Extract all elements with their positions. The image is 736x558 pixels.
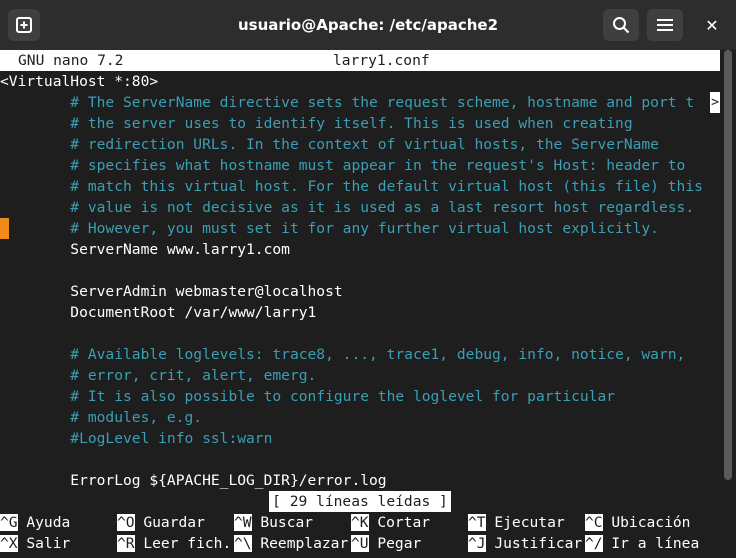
shortcut-go-to-line[interactable]: ^/ Ir a línea [585, 533, 699, 554]
scrollbar[interactable] [724, 50, 732, 480]
shortcut-execute[interactable]: ^T Ejecutar [468, 512, 565, 533]
shortcut-replace[interactable]: ^\ Reemplazar [234, 533, 348, 554]
search-button[interactable] [603, 9, 639, 41]
code-line: # the server uses to identify itself. Th… [0, 115, 633, 132]
line-overflow-indicator: > [710, 92, 720, 113]
code-line: # redirection URLs. In the context of vi… [0, 136, 659, 153]
code-line: # However, you must set it for any furth… [0, 220, 659, 237]
code-line: ServerName www.larry1.com [0, 241, 290, 258]
window-titlebar: usuario@Apache: /etc/apache2 ✕ [0, 0, 736, 50]
nano-header-bar: GNU nano 7.2 larry1.conf [0, 50, 720, 71]
file-name: larry1.conf [333, 52, 430, 69]
code-line: ErrorLog ${APACHE_LOG_DIR}/error.log [0, 472, 387, 489]
close-button[interactable]: ✕ [696, 9, 728, 41]
shortcut-save[interactable]: ^O Guardar [117, 512, 205, 533]
search-icon [613, 17, 630, 34]
code-line: # modules, e.g. [0, 409, 203, 426]
status-message: [ 29 líneas leídas ] [269, 491, 451, 512]
shortcut-location[interactable]: ^C Ubicación [585, 512, 690, 533]
shortcut-read-file[interactable]: ^R Leer fich. [117, 533, 231, 554]
shortcut-search[interactable]: ^W Buscar [234, 512, 313, 533]
shortcut-paste[interactable]: ^U Pegar [351, 533, 421, 554]
cursor-marker [0, 218, 9, 239]
terminal-area[interactable]: GNU nano 7.2 larry1.conf <VirtualHost *:… [0, 50, 736, 558]
hamburger-menu-icon [657, 19, 673, 31]
code-line: #LogLevel info ssl:warn [0, 430, 273, 447]
code-line: DocumentRoot /var/www/larry1 [0, 304, 317, 321]
code-line: # It is also possible to configure the l… [0, 388, 616, 405]
nano-version: GNU nano 7.2 [18, 52, 124, 69]
code-line: ServerAdmin webmaster@localhost [0, 283, 343, 300]
code-line: # match this virtual host. For the defau… [0, 178, 703, 195]
shortcut-exit[interactable]: ^X Salir [0, 533, 70, 554]
new-tab-icon [16, 17, 32, 33]
shortcut-help[interactable]: ^G Ayuda [0, 512, 70, 533]
new-tab-button[interactable] [8, 9, 40, 41]
shortcut-justify[interactable]: ^J Justificar [468, 533, 582, 554]
code-line: # error, crit, alert, emerg. [0, 367, 317, 384]
code-line: # The ServerName directive sets the requ… [0, 94, 695, 111]
code-line: # Available loglevels: trace8, ..., trac… [0, 346, 686, 363]
menu-button[interactable] [647, 9, 683, 41]
window-title: usuario@Apache: /etc/apache2 [237, 16, 499, 34]
code-line: <VirtualHost *:80> [0, 73, 159, 90]
code-line: # specifies what hostname must appear in… [0, 157, 686, 174]
shortcut-cut[interactable]: ^K Cortar [351, 512, 430, 533]
code-line: # value is not decisive as it is used as… [0, 199, 695, 216]
close-icon: ✕ [705, 15, 719, 35]
